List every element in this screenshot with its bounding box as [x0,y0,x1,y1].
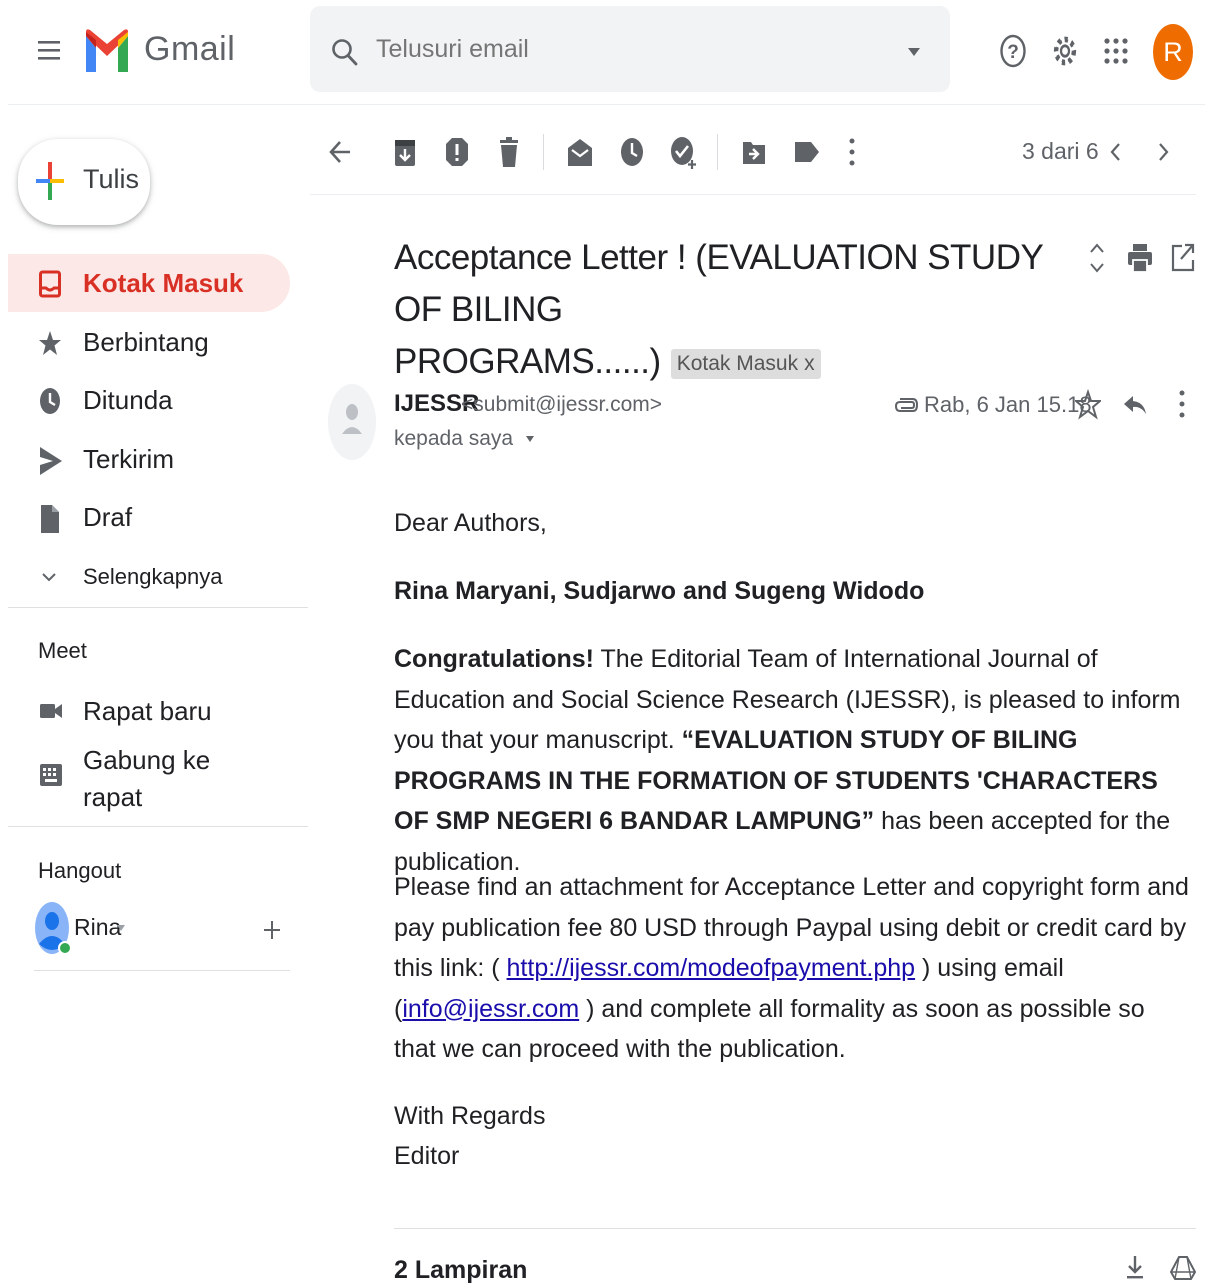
payment-link[interactable]: http://ijessr.com/modeofpayment.php [507,954,916,982]
chevron-down-icon [38,566,60,588]
hangout-section-title: Hangout [38,858,122,883]
sidebar-item-inbox[interactable]: Kotak Masuk [8,256,298,310]
delete-trash-icon[interactable] [497,136,527,168]
hamburger-menu-icon [38,41,60,60]
report-spam-icon[interactable] [445,136,475,168]
toolbar-divider [543,134,544,170]
meet-join-label-line1: Gabung ke [83,745,211,775]
sender-avatar[interactable] [328,384,376,460]
email-signature: Editor [394,1142,460,1170]
print-icon[interactable] [1127,242,1153,274]
inbox-label-chip[interactable]: Kotak Masuk x [670,348,821,379]
pagination-text: 3 dari 6 [1022,138,1099,164]
sidebar-item-label: Ditunda [83,385,173,415]
contact-email-link[interactable]: info@ijessr.com [402,995,579,1023]
chevron-left-icon[interactable] [1104,136,1134,168]
sidebar-item-drafts[interactable]: Draf [8,490,298,544]
back-arrow-icon[interactable] [328,136,358,168]
inbox-icon [38,269,62,299]
sidebar-divider [8,826,308,827]
attachment-paperclip-icon [894,394,918,416]
subject-line2: PROGRAMS......) [394,342,661,381]
account-avatar[interactable]: R [1153,24,1193,80]
new-hangout-plus-icon[interactable] [262,918,282,942]
remove-label-button[interactable]: x [804,352,815,375]
sidebar-item-label: Berbintang [83,327,209,357]
email-paragraph-2: Please find an attachment for Acceptance… [394,867,1190,1070]
email-subject: Acceptance Letter ! (EVALUATION STUDY OF… [394,232,1054,388]
hangout-user-avatar[interactable] [34,900,70,958]
help-icon[interactable]: ? [998,32,1028,70]
sidebar-item-more[interactable]: Selengkapnya [8,552,298,606]
archive-icon[interactable] [393,136,423,168]
header-divider [8,104,1205,105]
star-outline-icon[interactable] [1075,388,1101,420]
settings-gear-icon[interactable] [1050,32,1080,70]
hangout-user-name[interactable]: Rina [74,914,121,941]
label-chip-text: Kotak Masuk [676,351,799,375]
mark-unread-icon[interactable] [566,136,596,168]
hangout-user-caret-icon[interactable] [116,924,126,932]
meet-join-meeting[interactable]: Gabung ke rapat [8,740,298,816]
recipient-details[interactable]: kepada saya [394,427,535,451]
svg-text:?: ? [1007,42,1019,63]
email-greeting: Dear Authors, [394,509,547,537]
email-date: Rab, 6 Jan 15.18 [924,392,1092,417]
compose-plus-icon [34,160,66,202]
email-authors: Rina Maryani, Sudjarwo and Sugeng Widodo [394,577,925,605]
more-options-vertical-icon[interactable] [840,136,870,168]
expand-collapse-icon[interactable] [1087,240,1107,276]
app-name: Gmail [144,30,236,68]
main-menu-button[interactable] [34,34,66,66]
save-to-drive-icon[interactable] [1170,1254,1196,1282]
search-icon[interactable] [330,36,360,68]
label-tag-icon[interactable] [793,136,823,168]
meet-join-label-line2: rapat [83,782,143,812]
attachments-title: 2 Lampiran [394,1256,528,1284]
clock-icon [38,386,62,416]
search-options-caret-icon[interactable] [906,46,922,58]
sidebar-item-label: Draf [83,502,133,532]
keyboard-icon [38,760,64,790]
download-all-icon[interactable] [1124,1254,1146,1282]
email-regards: With Regards [394,1102,546,1130]
sidebar-divider [8,607,308,608]
meet-section-title: Meet [38,638,87,663]
sidebar-item-label: Kotak Masuk [83,268,244,298]
sidebar-item-starred[interactable]: Berbintang [8,315,298,369]
open-in-new-window-icon[interactable] [1170,242,1196,274]
sidebar-item-label: Selengkapnya [83,564,223,589]
meet-new-meeting[interactable]: Rapat baru [8,684,298,738]
add-to-tasks-icon[interactable] [670,136,700,169]
sidebar-item-label: Terkirim [83,444,174,474]
message-more-options-icon[interactable] [1170,388,1194,420]
snooze-clock-icon[interactable] [619,136,649,168]
chevron-right-icon[interactable] [1151,136,1181,168]
search-input[interactable] [374,34,878,65]
meet-new-meeting-label: Rapat baru [83,696,212,726]
subject-line1: Acceptance Letter ! (EVALUATION STUDY OF… [394,238,1043,329]
gmail-logo-icon[interactable] [84,26,130,76]
sender-email: <submit@ijessr.com> [461,393,663,416]
sidebar-item-snoozed[interactable]: Ditunda [8,373,298,427]
video-camera-icon [38,698,64,724]
apps-grid-icon[interactable] [1103,32,1129,70]
meet-join-label: Gabung ke rapat [83,742,210,816]
email-paragraph-1: Congratulations! The Editorial Team of I… [394,639,1190,882]
compose-label: Tulis [83,164,140,194]
toolbar-divider [717,134,718,170]
attachments-divider [394,1228,1196,1229]
reply-arrow-icon[interactable] [1122,388,1148,420]
recipient-text: kepada saya [394,427,514,450]
congrats-bold: Congratulations! [394,645,594,673]
send-icon [38,445,64,477]
recipient-details-caret-icon [525,436,534,443]
draft-icon [38,503,62,535]
move-to-folder-icon[interactable] [741,136,771,168]
sidebar-item-sent[interactable]: Terkirim [8,432,298,486]
person-icon [342,404,362,434]
sidebar-divider [34,970,290,971]
toolbar-divider-line [310,194,1196,195]
star-icon [38,328,62,358]
